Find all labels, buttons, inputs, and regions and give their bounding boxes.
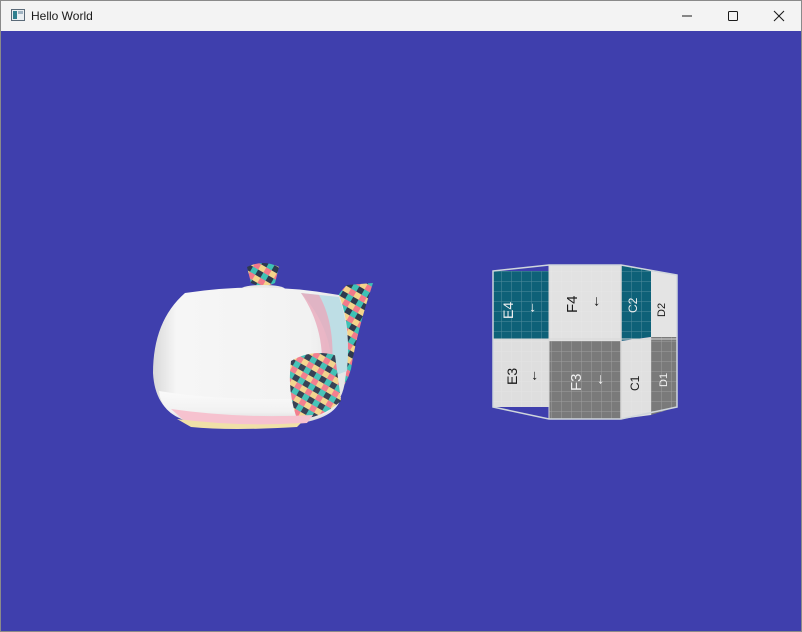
cube-label-f4: F4 bbox=[564, 295, 581, 313]
title-bar[interactable]: Hello World bbox=[1, 1, 801, 31]
minimize-icon bbox=[682, 15, 692, 17]
maximize-icon bbox=[728, 11, 738, 21]
cube-label-c2: C2 bbox=[626, 297, 640, 313]
teapot-model bbox=[153, 263, 373, 429]
app-icon bbox=[11, 9, 25, 21]
cube-label-f3: F3 bbox=[568, 373, 585, 391]
window-title: Hello World bbox=[31, 9, 93, 23]
cube-label-e3: E3 bbox=[504, 368, 520, 385]
cube-label-e4: E4 bbox=[500, 302, 516, 319]
cube-label-d2: D2 bbox=[656, 303, 668, 317]
cube-label-c1: C1 bbox=[628, 375, 642, 391]
maximize-button[interactable] bbox=[710, 1, 756, 31]
cube-arrow-e3: ← bbox=[524, 369, 540, 383]
close-button[interactable] bbox=[756, 1, 802, 31]
cube-arrow-f4: ← bbox=[586, 294, 603, 309]
app-window: Hello World E4 ← F4 ← C2 D2 E3 ← F3 ← C1… bbox=[0, 0, 802, 632]
cube-arrow-f3: ← bbox=[590, 372, 607, 387]
scene-canvas: E4 ← F4 ← C2 D2 E3 ← F3 ← C1 D1 bbox=[153, 263, 678, 429]
cube-arrow-e4: ← bbox=[522, 301, 538, 315]
render-viewport[interactable]: E4 ← F4 ← C2 D2 E3 ← F3 ← C1 D1 bbox=[1, 31, 801, 631]
teapot-lid-knob bbox=[247, 263, 279, 286]
cube-model: E4 ← F4 ← C2 D2 E3 ← F3 ← C1 D1 bbox=[492, 264, 678, 420]
close-icon bbox=[773, 10, 785, 22]
minimize-button[interactable] bbox=[664, 1, 710, 31]
cube-label-d1: D1 bbox=[658, 373, 670, 387]
